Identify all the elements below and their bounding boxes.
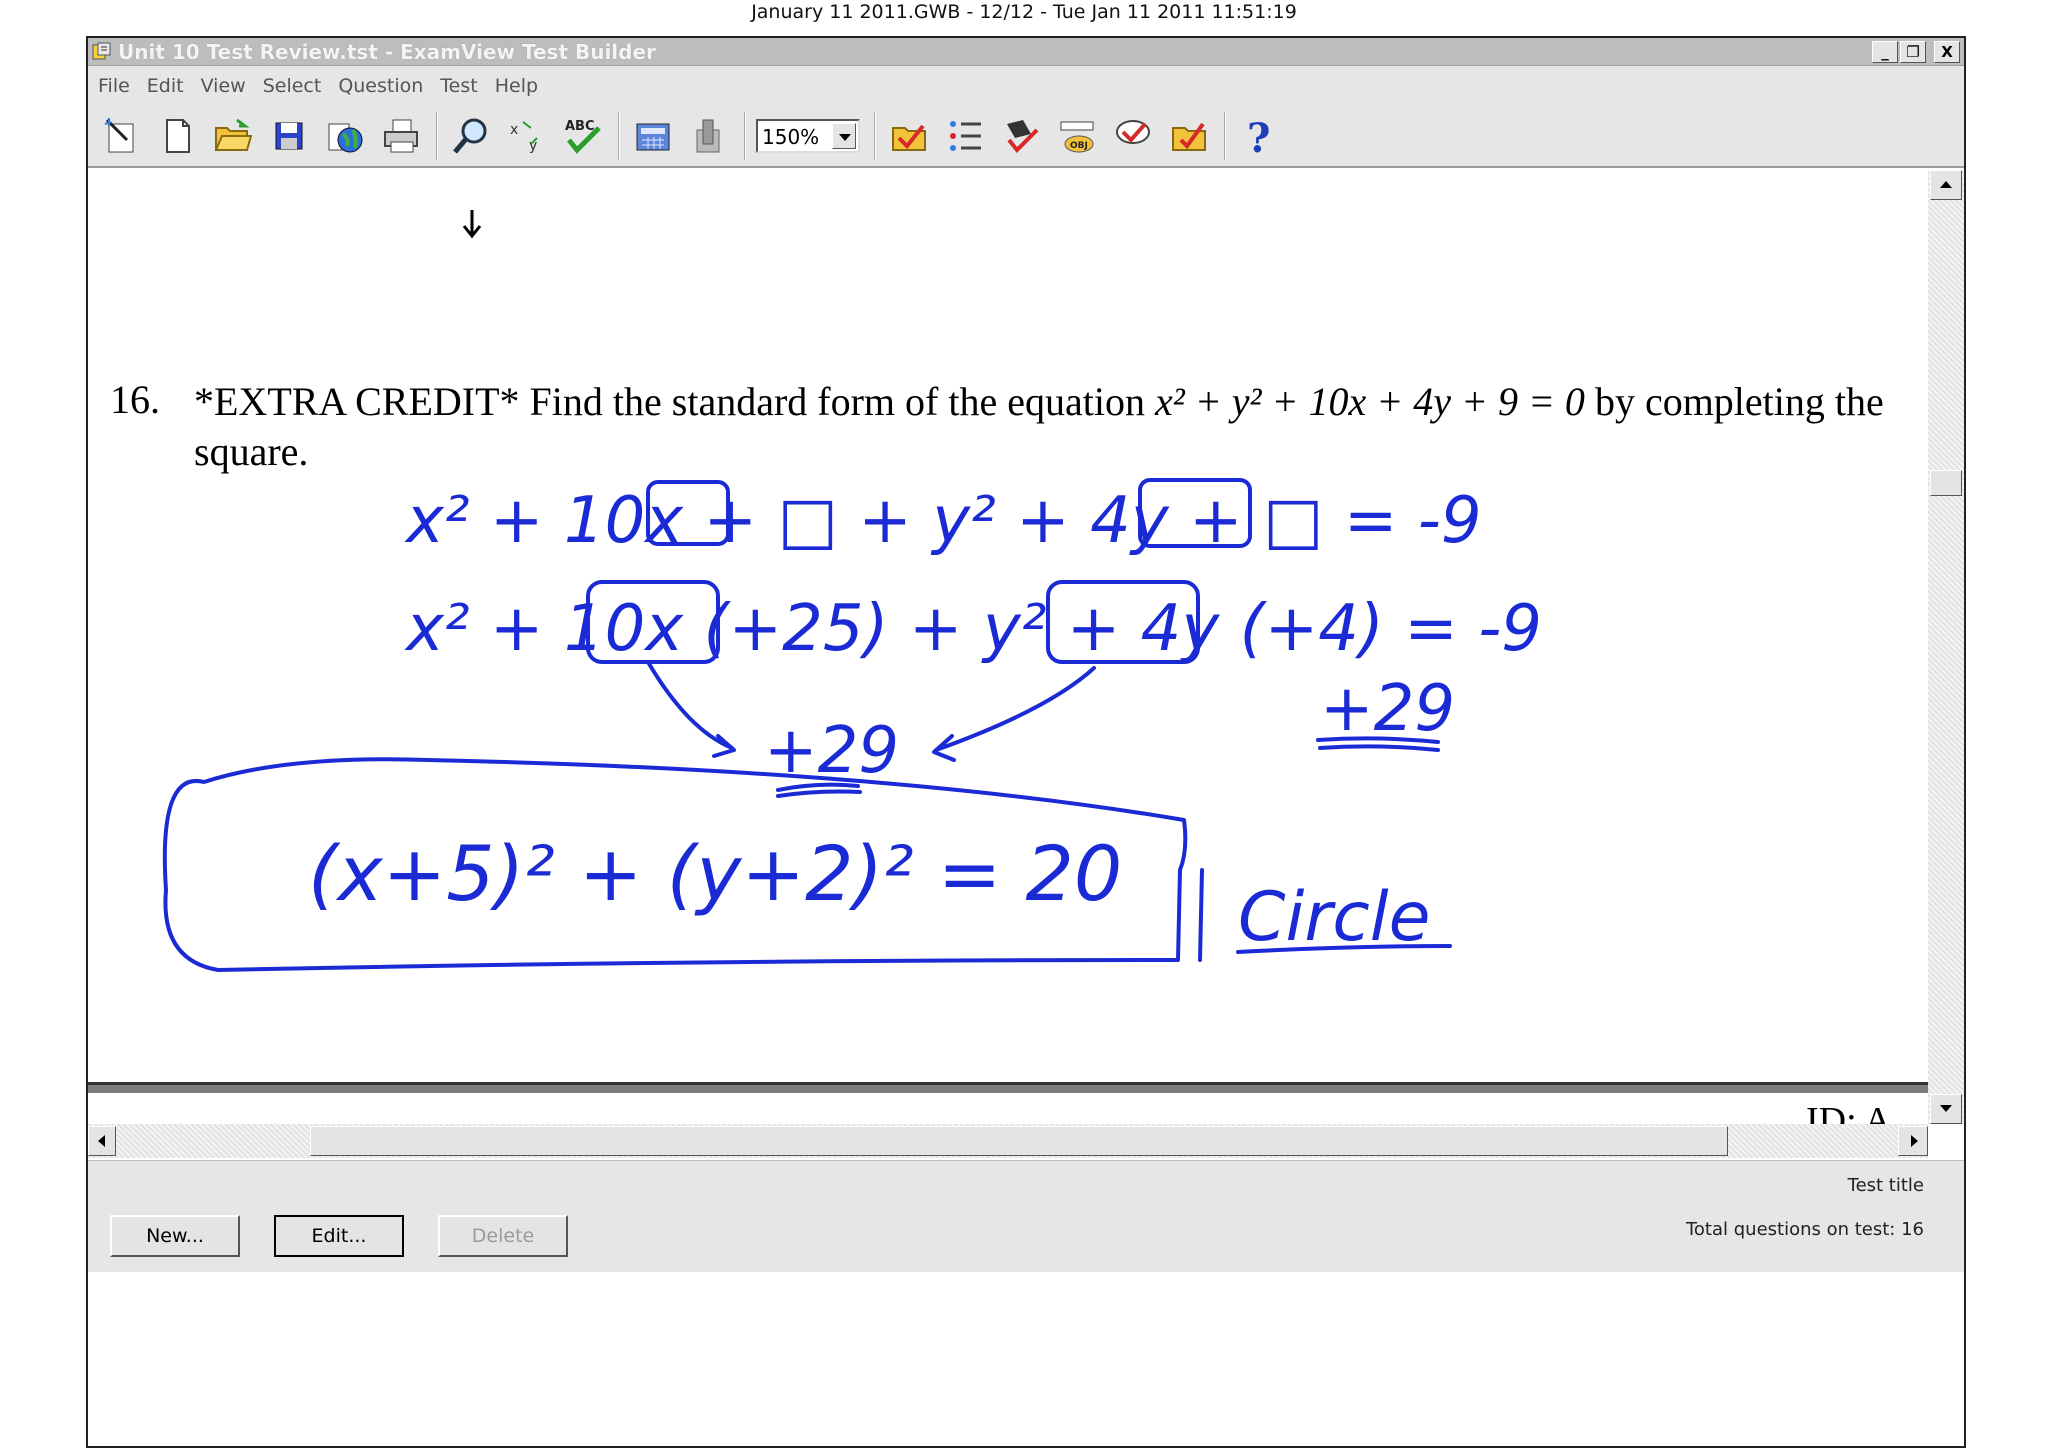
restore-button[interactable]: ❐ [1900,41,1926,63]
id-label: ID: A [1806,1100,1892,1126]
new-document-icon [166,119,190,153]
work-line-1: x² + 10x + □ + y² + 4y + □ = -9 [404,484,1482,558]
work-sum-right: +29 [1320,672,1455,746]
menu-question[interactable]: Question [332,75,434,97]
menu-view[interactable]: View [195,75,257,97]
svg-text:?: ? [1247,116,1270,156]
new-button[interactable] [154,113,200,159]
menu-edit[interactable]: Edit [141,75,195,97]
print-button[interactable] [378,113,424,159]
save-button[interactable] [266,113,312,159]
objectives-button[interactable]: OBJ [1054,113,1100,159]
minimize-button[interactable]: _ [1872,41,1898,63]
page-header: January 11 2011.GWB - 12/12 - Tue Jan 11… [751,1,1297,23]
spell-check-button[interactable]: ABC [560,113,606,159]
magic-wand-icon [104,118,134,153]
test-title-label: Test title [1847,1175,1924,1196]
menu-select[interactable]: Select [257,75,333,97]
printer-icon [384,119,418,153]
xy-variables-icon: xy [510,121,538,154]
scroll-right-arrow-icon[interactable] [1898,1126,1928,1156]
wizard-button[interactable] [98,113,144,159]
chevron-down-icon[interactable] [832,123,856,149]
calculator-icon [636,123,670,151]
menu-help[interactable]: Help [489,75,549,97]
select-check-icon [1007,120,1039,153]
toolbar-separator [744,112,746,160]
objectives-icon: OBJ [1060,121,1094,153]
close-button[interactable]: X [1934,41,1960,63]
question-editor-button[interactable] [886,113,932,159]
svg-text:x: x [510,122,518,138]
menu-test[interactable]: Test [434,75,488,97]
question-panel: New... Edit... Delete Test title Total q… [88,1160,1964,1272]
window-title: Unit 10 Test Review.tst - ExamView Test … [118,40,656,64]
toolbar-separator [436,112,438,160]
delete-question-button: Delete [438,1215,568,1257]
menu-file[interactable]: File [92,75,141,97]
find-button[interactable] [448,113,494,159]
shape-answer: Circle [1238,878,1430,957]
checkmark-bubble-icon [1116,120,1150,144]
scroll-up-arrow-icon[interactable] [1930,170,1962,200]
document-page[interactable]: 16. *EXTRA CREDIT* Find the standard for… [88,170,1928,1093]
handwritten-work: x² + 10x + □ + y² + 4y + □ = -9 x² + 10x… [162,478,1542,972]
open-button[interactable] [210,113,256,159]
horizontal-scrollbar[interactable] [88,1124,1928,1158]
lock-button[interactable] [686,113,732,159]
page-separator [88,1082,1928,1093]
toolbar-separator [874,112,876,160]
order-button[interactable] [942,113,988,159]
examview-app-icon [92,42,111,60]
grade-button[interactable] [1166,113,1212,159]
app-window: Unit 10 Test Review.tst - ExamView Test … [86,36,1966,1448]
toolbar: xy ABC 150% OBJ ? [88,106,1964,168]
arrow-left [932,666,1096,762]
scroll-down-arrow-icon[interactable] [1930,1094,1962,1124]
final-answer: (x+5)² + (y+2)² = 20 [308,829,1122,918]
help-icon: ? [1247,116,1270,156]
svg-text:ABC: ABC [565,119,595,134]
help-button[interactable]: ? [1236,113,1282,159]
new-question-button[interactable]: New... [110,1215,240,1257]
svg-text:OBJ: OBJ [1070,141,1088,151]
vertical-scrollbar[interactable] [1928,170,1964,1124]
publish-button[interactable] [322,113,368,159]
horizontal-scroll-thumb[interactable] [310,1126,1728,1156]
select-button[interactable] [998,113,1044,159]
toolbar-separator [618,112,620,160]
variables-button[interactable]: xy [504,113,550,159]
zoom-select[interactable]: 150% [756,119,860,153]
title-bar[interactable]: Unit 10 Test Review.tst - ExamView Test … [88,38,1964,66]
svg-text:y: y [529,138,537,154]
magnifier-icon [453,118,487,154]
work-line-2: x² + 10x (+25) + y² + 4y (+4) = -9 [404,592,1542,666]
arrow-right [646,660,736,758]
work-sum-left: +29 [764,714,899,788]
calculator-button[interactable] [630,113,676,159]
info-tag-icon [696,119,720,153]
total-questions: Total questions on test: 16 [1685,1219,1924,1240]
vertical-scroll-thumb[interactable] [1930,470,1962,496]
menu-bar: File Edit View Select Question Test Help [88,66,1964,106]
check-button[interactable] [1110,113,1156,159]
toolbar-separator [1224,112,1226,160]
window-controls: _ ❐ X [1872,41,1960,63]
edit-question-icon [892,124,926,151]
spell-check-icon: ABC [565,119,601,154]
numbered-list-icon [950,121,981,151]
globe-icon [328,123,363,153]
floppy-disk-icon [275,122,303,150]
open-folder-icon [214,118,253,151]
edit-question-button[interactable]: Edit... [274,1215,404,1257]
scroll-left-arrow-icon[interactable] [88,1126,116,1156]
zoom-value: 150% [762,125,820,149]
folder-check-icon [1172,122,1206,151]
